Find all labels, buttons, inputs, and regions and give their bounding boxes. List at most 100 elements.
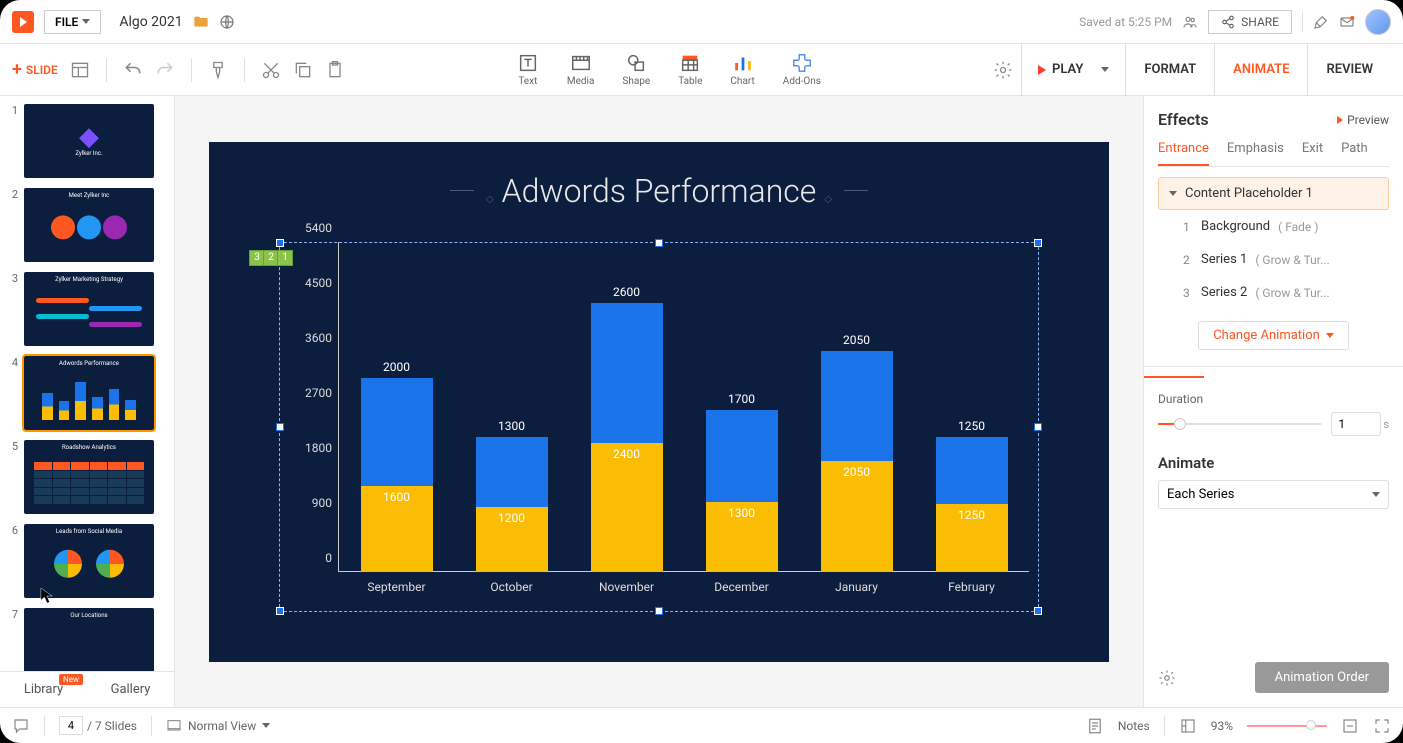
zoom-out-icon[interactable] bbox=[1341, 717, 1359, 735]
animate-select[interactable]: Each Series bbox=[1158, 480, 1389, 509]
slide-thumb-2[interactable]: 2 Meet Zylker Inc bbox=[6, 188, 168, 262]
view-selector[interactable]: Normal View bbox=[166, 718, 270, 734]
preview-button[interactable]: Preview bbox=[1337, 113, 1389, 127]
settings-gear-icon[interactable] bbox=[993, 60, 1013, 80]
collaborators-icon[interactable] bbox=[1182, 14, 1198, 30]
animation-order-button[interactable]: Animation Order bbox=[1255, 662, 1389, 693]
duration-slider[interactable] bbox=[1158, 423, 1321, 425]
mail-icon[interactable] bbox=[1339, 14, 1355, 30]
emphasis-tab[interactable]: Emphasis bbox=[1227, 141, 1284, 166]
app-logo-icon[interactable] bbox=[12, 11, 34, 33]
ribbon: SLIDE Text Media Shape bbox=[0, 44, 1403, 96]
slider-thumb[interactable] bbox=[1174, 418, 1186, 430]
slide-canvas[interactable]: Adwords Performance 3 2 1 bbox=[209, 142, 1109, 662]
fit-icon[interactable] bbox=[1179, 717, 1197, 735]
path-tab[interactable]: Path bbox=[1341, 141, 1368, 166]
change-animation-button[interactable]: Change Animation bbox=[1198, 321, 1349, 350]
chart-icon bbox=[732, 52, 754, 74]
resize-handle[interactable] bbox=[655, 607, 663, 615]
insert-table-button[interactable]: Table bbox=[678, 52, 702, 87]
undo-icon[interactable] bbox=[123, 60, 143, 80]
fullscreen-icon[interactable] bbox=[1373, 717, 1391, 735]
resize-handle[interactable] bbox=[1034, 423, 1042, 431]
share-label: SHARE bbox=[1241, 15, 1279, 29]
entrance-tab[interactable]: Entrance bbox=[1158, 141, 1209, 166]
redo-icon[interactable] bbox=[155, 60, 175, 80]
add-slide-button[interactable]: SLIDE bbox=[12, 59, 58, 80]
slide-thumb-5[interactable]: 5 Roadshow Analytics bbox=[6, 440, 168, 514]
resize-handle[interactable] bbox=[1034, 607, 1042, 615]
insert-chart-button[interactable]: Chart bbox=[730, 52, 754, 87]
slide-panel-tabs: LibraryNew Gallery bbox=[0, 671, 174, 707]
anim-item-background[interactable]: 1 Background ( Fade ) bbox=[1158, 210, 1389, 243]
file-menu-button[interactable]: FILE bbox=[44, 10, 101, 34]
slide-counter: / 7 Slides bbox=[59, 716, 137, 735]
saved-status: Saved at 5:25 PM bbox=[1079, 15, 1172, 29]
panel-title: Effects bbox=[1158, 110, 1209, 129]
insert-media-button[interactable]: Media bbox=[567, 52, 595, 87]
globe-icon[interactable] bbox=[219, 14, 235, 30]
user-avatar[interactable] bbox=[1365, 9, 1391, 35]
chevron-down-icon bbox=[262, 723, 270, 728]
animate-tab[interactable]: ANIMATE bbox=[1214, 44, 1307, 96]
slide-panel: 1 Zylker Inc. 2 Meet Zylker Inc 3 Zylker… bbox=[0, 96, 175, 707]
copy-icon[interactable] bbox=[293, 60, 313, 80]
cut-icon[interactable] bbox=[261, 60, 281, 80]
shape-icon bbox=[625, 52, 647, 74]
slide-thumb-1[interactable]: 1 Zylker Inc. bbox=[6, 104, 168, 178]
gear-icon[interactable] bbox=[1158, 669, 1176, 687]
slide-thumb-6[interactable]: 6 Leads from Social Media bbox=[6, 524, 168, 598]
effects-panel: Effects Preview Entrance Emphasis Exit P… bbox=[1143, 96, 1403, 707]
insert-shape-button[interactable]: Shape bbox=[622, 52, 650, 87]
format-tab[interactable]: FORMAT bbox=[1125, 44, 1214, 96]
play-button[interactable]: PLAY bbox=[1021, 44, 1125, 96]
zoom-value: 93% bbox=[1211, 719, 1233, 733]
slide-thumb-4[interactable]: 4 Adwords Performance bbox=[6, 356, 168, 430]
library-tab[interactable]: LibraryNew bbox=[0, 672, 87, 707]
anim-item-placeholder[interactable]: Content Placeholder 1 bbox=[1158, 177, 1389, 210]
resize-handle[interactable] bbox=[1034, 239, 1042, 247]
anim-item-series2[interactable]: 3 Series 2 ( Grow & Tur... bbox=[1158, 276, 1389, 309]
slide-list[interactable]: 1 Zylker Inc. 2 Meet Zylker Inc 3 Zylker… bbox=[0, 96, 174, 671]
paste-icon[interactable] bbox=[325, 60, 345, 80]
anim-item-series1[interactable]: 2 Series 1 ( Grow & Tur... bbox=[1158, 243, 1389, 276]
comments-icon[interactable] bbox=[12, 717, 30, 735]
text-icon bbox=[517, 52, 539, 74]
current-slide-input[interactable] bbox=[59, 716, 83, 735]
brush-icon[interactable] bbox=[1313, 14, 1329, 30]
share-icon bbox=[1221, 15, 1235, 29]
review-tab[interactable]: REVIEW bbox=[1307, 44, 1391, 96]
slide-thumb-3[interactable]: 3 Zylker Marketing Strategy bbox=[6, 272, 168, 346]
resize-handle[interactable] bbox=[276, 423, 284, 431]
resize-handle[interactable] bbox=[276, 607, 284, 615]
insert-addons-button[interactable]: Add-Ons bbox=[783, 52, 821, 87]
zoom-thumb[interactable] bbox=[1306, 720, 1316, 730]
view-icon bbox=[166, 718, 182, 734]
insert-text-button[interactable]: Text bbox=[517, 52, 539, 87]
gallery-tab[interactable]: Gallery bbox=[87, 672, 174, 707]
slide-title: Adwords Performance bbox=[209, 142, 1109, 210]
slide-thumb-7[interactable]: 7 Our Locations bbox=[6, 608, 168, 671]
status-bar: / 7 Slides Normal View Notes 93% bbox=[0, 707, 1403, 743]
table-icon bbox=[679, 52, 701, 74]
notes-icon[interactable] bbox=[1086, 717, 1104, 735]
format-painter-icon[interactable] bbox=[208, 60, 228, 80]
document-name[interactable]: Algo 2021 bbox=[119, 14, 182, 30]
layout-icon[interactable] bbox=[70, 60, 90, 80]
chevron-down-icon bbox=[1372, 492, 1380, 497]
canvas-area[interactable]: Adwords Performance 3 2 1 bbox=[175, 96, 1143, 707]
animate-section-label: Animate bbox=[1158, 454, 1389, 472]
effect-tabs: Entrance Emphasis Exit Path bbox=[1158, 141, 1389, 167]
chart[interactable]: 090018002700360045005400 16002000Septemb… bbox=[299, 242, 1029, 602]
folder-icon[interactable] bbox=[193, 14, 209, 30]
duration-label: Duration bbox=[1158, 392, 1389, 406]
share-button[interactable]: SHARE bbox=[1208, 10, 1292, 34]
exit-tab[interactable]: Exit bbox=[1302, 141, 1323, 166]
resize-handle[interactable] bbox=[276, 239, 284, 247]
chart-bars: 16002000September12001300October24002600… bbox=[339, 242, 1029, 572]
app-window: FILE Algo 2021 Saved at 5:25 PM SHARE SL… bbox=[0, 0, 1403, 743]
notes-label[interactable]: Notes bbox=[1118, 719, 1150, 733]
duration-input[interactable] bbox=[1331, 412, 1381, 436]
zoom-slider[interactable] bbox=[1247, 725, 1327, 727]
y-axis: 090018002700360045005400 bbox=[299, 242, 339, 572]
